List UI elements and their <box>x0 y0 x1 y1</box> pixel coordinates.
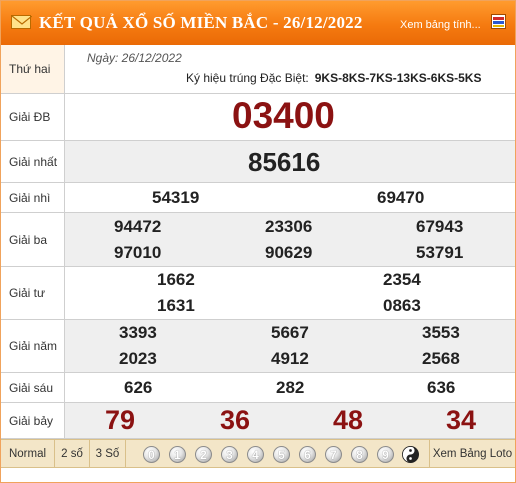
prize-number: 626 <box>124 378 153 397</box>
digit-2-button[interactable]: 2 <box>195 446 212 463</box>
prize-number: 90629 <box>265 243 313 262</box>
digit-1-button[interactable]: 1 <box>169 446 186 463</box>
prize-number: 34 <box>446 405 477 435</box>
prize-number: 36 <box>220 405 251 435</box>
prize-row-nhi: Giải nhì 54319 69470 <box>1 183 515 213</box>
digit-7-button[interactable]: 7 <box>325 446 342 463</box>
digit-4-button[interactable]: 4 <box>247 446 264 463</box>
prize-label: Giải nhì <box>1 183 65 212</box>
table-grid-icon[interactable] <box>491 14 506 29</box>
prize-number: 53791 <box>416 243 464 262</box>
prize-number: 23306 <box>265 217 313 236</box>
digit-3-button[interactable]: 3 <box>221 446 238 463</box>
special-code-value: 9KS-8KS-7KS-13KS-6KS-5KS <box>314 71 482 85</box>
special-prize-number: 03400 <box>232 95 335 136</box>
prize-row-nam: Giải năm 3393 5667 3553 2023 4912 2568 <box>1 320 515 373</box>
envelope-icon <box>11 15 32 29</box>
day-label: Thứ hai <box>1 45 65 93</box>
special-code-label: Ký hiệu trúng Đặc Biệt: <box>186 71 309 85</box>
yin-yang-icon[interactable] <box>402 446 419 463</box>
prize-number: 85616 <box>248 147 321 177</box>
prize-row-ba: Giải ba 94472 23306 67943 97010 90629 53… <box>1 213 515 267</box>
view-loto-table-link[interactable]: Xem Bảng Loto <box>429 440 515 467</box>
prize-number: 48 <box>333 405 364 435</box>
prize-number: 54319 <box>152 188 200 207</box>
prize-number: 282 <box>276 378 305 397</box>
page-title: KẾT QUẢ XỔ SỐ MIỀN BẮC - 26/12/2022 <box>39 13 363 32</box>
view-table-link[interactable]: Xem bảng tính... <box>400 19 481 31</box>
prize-number: 94472 <box>114 217 162 236</box>
digit-8-button[interactable]: 8 <box>351 446 368 463</box>
prize-number: 0863 <box>383 296 421 315</box>
header-bar: KẾT QUẢ XỔ SỐ MIỀN BẮC - 26/12/2022 Xem … <box>1 1 515 45</box>
prize-row-bay: Giải bảy 79 36 48 34 <box>1 403 515 439</box>
prize-label: Giải năm <box>1 320 65 372</box>
prize-label: Giải bảy <box>1 403 65 438</box>
prize-label: Giải ba <box>1 213 65 266</box>
two-digit-mode-button[interactable]: 2 số <box>55 440 90 467</box>
prize-number: 1631 <box>157 296 195 315</box>
prize-number: 67943 <box>416 217 464 236</box>
digit-9-button[interactable]: 9 <box>377 446 394 463</box>
prize-number: 3393 <box>119 323 157 342</box>
date-row: Thứ hai Ngày: 26/12/2022 Ký hiệu trúng Đ… <box>1 45 515 94</box>
prize-number: 5667 <box>271 323 309 342</box>
prize-number: 69470 <box>377 188 425 207</box>
prize-label: Giải sáu <box>1 373 65 402</box>
digit-6-button[interactable]: 6 <box>299 446 316 463</box>
prize-number: 636 <box>427 378 456 397</box>
prize-label: Giải tư <box>1 267 65 319</box>
draw-date: Ngày: 26/12/2022 <box>87 51 182 65</box>
prize-label: Giải nhất <box>1 141 65 182</box>
prize-label: Giải ĐB <box>1 94 65 140</box>
prize-number: 1662 <box>157 270 195 289</box>
prize-number: 2023 <box>119 349 157 368</box>
prize-number: 2568 <box>422 349 460 368</box>
lottery-result-panel: KẾT QUẢ XỔ SỐ MIỀN BẮC - 26/12/2022 Xem … <box>0 0 516 483</box>
prize-number: 2354 <box>383 270 421 289</box>
prize-number: 79 <box>105 405 136 435</box>
prize-number: 4912 <box>271 349 309 368</box>
prize-row-db: Giải ĐB 03400 <box>1 94 515 141</box>
digit-5-button[interactable]: 5 <box>273 446 290 463</box>
three-digit-mode-button[interactable]: 3 Số <box>90 440 126 467</box>
prize-number: 3553 <box>422 323 460 342</box>
bottom-spacer <box>1 468 515 482</box>
digit-0-button[interactable]: 0 <box>143 446 160 463</box>
prize-row-tu: Giải tư 1662 2354 1631 0863 <box>1 267 515 320</box>
display-toolbar: Normal 2 số 3 Số 0 1 2 3 4 5 6 7 8 9 Xem… <box>1 439 515 468</box>
normal-mode-button[interactable]: Normal <box>1 440 55 467</box>
special-code: Ký hiệu trúng Đặc Biệt: 9KS-8KS-7KS-13KS-… <box>186 71 481 85</box>
prize-row-sau: Giải sáu 626 282 636 <box>1 373 515 403</box>
prize-number: 97010 <box>114 243 162 262</box>
prize-row-nhat: Giải nhất 85616 <box>1 141 515 183</box>
